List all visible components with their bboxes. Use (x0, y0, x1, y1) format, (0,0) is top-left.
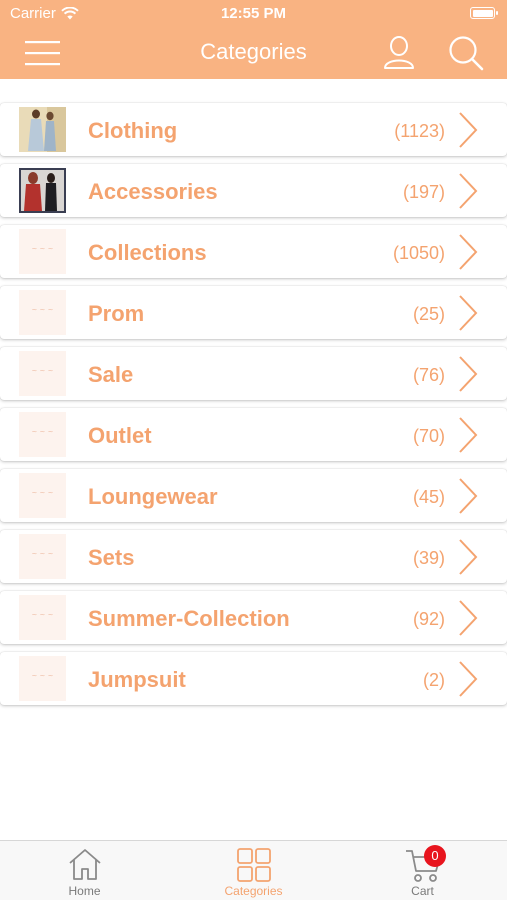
brand-logo-thumbnail: ~ ~ ~ (19, 290, 66, 335)
category-count: (39) (412, 548, 445, 568)
user-icon (384, 36, 414, 69)
chevron-right-icon (459, 539, 478, 575)
brand-logo-thumbnail: ~ ~ ~ (19, 656, 66, 701)
category-count: (76) (412, 365, 445, 385)
grid-icon (236, 848, 271, 882)
category-list: Clothing (1123) Accessories (197) ~ ~ ~ … (0, 103, 507, 713)
category-label: Outlet (88, 423, 152, 448)
page-title: Categories (200, 39, 307, 64)
search-button[interactable] (446, 34, 486, 72)
brand-logo-thumbnail: ~ ~ ~ (19, 229, 66, 274)
category-row-sale[interactable]: ~ ~ ~ Sale (76) (0, 347, 507, 400)
chevron-right-icon (459, 600, 478, 636)
status-bar: Carrier 12:55 PM (0, 0, 507, 28)
category-label: Collections (88, 240, 207, 265)
chevron-right-icon (459, 295, 478, 331)
chevron-right-icon (459, 112, 478, 148)
category-row-collections[interactable]: ~ ~ ~ Collections (1050) (0, 225, 507, 278)
category-label: Summer-Collection (88, 606, 290, 631)
category-count: (2) (423, 670, 445, 690)
category-label: Accessories (88, 179, 218, 204)
category-label: Prom (88, 301, 145, 326)
category-label: Sale (88, 362, 134, 387)
category-count: (1123) (394, 121, 445, 141)
brand-logo-thumbnail: ~ ~ ~ (19, 412, 66, 457)
category-label: Loungewear (88, 484, 218, 509)
category-row-sets[interactable]: ~ ~ ~ Sets (39) (0, 530, 507, 583)
category-row-clothing[interactable]: Clothing (1123) (0, 103, 507, 156)
category-label: Sets (88, 545, 135, 570)
tab-bar: Home Categories Cart 0 (0, 840, 507, 900)
category-row-prom[interactable]: ~ ~ ~ Prom (25) (0, 286, 507, 339)
tab-cart[interactable]: Cart (338, 841, 507, 900)
category-thumbnail (19, 168, 66, 213)
category-row-loungewear[interactable]: ~ ~ ~ Loungewear (45) (0, 469, 507, 522)
brand-logo-thumbnail: ~ ~ ~ (19, 595, 66, 640)
search-icon (449, 36, 484, 71)
tab-label: Home (68, 884, 101, 898)
category-label: Clothing (88, 118, 178, 143)
clock: 12:55 PM (220, 5, 287, 22)
category-label: Jumpsuit (88, 667, 186, 692)
category-count: (197) (402, 182, 445, 202)
battery-icon (470, 7, 498, 19)
tab-categories[interactable]: Categories (169, 841, 338, 900)
chevron-right-icon (459, 173, 478, 209)
category-count: (25) (412, 304, 445, 324)
brand-logo-thumbnail: ~ ~ ~ (19, 473, 66, 518)
chevron-right-icon (459, 661, 478, 697)
category-count: (1050) (392, 243, 445, 263)
tab-label: Cart (411, 884, 434, 898)
tab-home[interactable]: Home (0, 841, 169, 900)
brand-logo-thumbnail: ~ ~ ~ (19, 534, 66, 579)
account-button[interactable] (382, 34, 416, 72)
category-count: (92) (412, 609, 445, 629)
chevron-right-icon (459, 417, 478, 453)
category-row-summer-collection[interactable]: ~ ~ ~ Summer-Collection (92) (0, 591, 507, 644)
brand-logo-thumbnail: ~ ~ ~ (19, 351, 66, 396)
cart-count-badge: 0 (424, 845, 446, 867)
category-count: (70) (412, 426, 445, 446)
category-row-jumpsuit[interactable]: ~ ~ ~ Jumpsuit (2) (0, 652, 507, 705)
header: Categories (0, 28, 507, 79)
chevron-right-icon (459, 234, 478, 270)
category-row-outlet[interactable]: ~ ~ ~ Outlet (70) (0, 408, 507, 461)
chevron-right-icon (459, 356, 478, 392)
category-thumbnail (19, 107, 66, 152)
tab-label: Categories (224, 884, 283, 898)
home-icon (68, 849, 101, 880)
category-count: (45) (412, 487, 445, 507)
chevron-right-icon (459, 478, 478, 514)
category-row-accessories[interactable]: Accessories (197) (0, 164, 507, 217)
